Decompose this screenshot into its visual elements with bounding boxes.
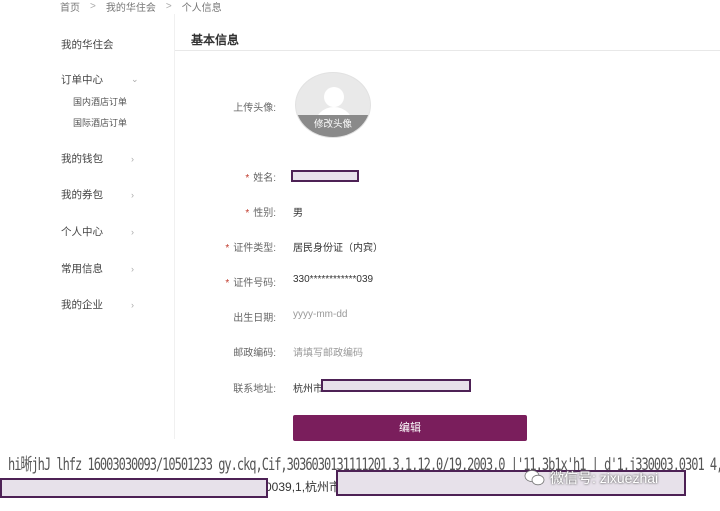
name-label: * 姓名: — [166, 169, 276, 184]
name-label-text: 姓名: — [253, 173, 276, 184]
sidebar-item-label: 我的券包 — [61, 189, 103, 201]
sidebar-item-my-company[interactable]: 我的企业 › — [61, 297, 134, 312]
breadcrumb-separator: > — [165, 0, 172, 12]
chevron-right-icon: › — [131, 226, 134, 237]
required-mark: * — [245, 208, 250, 219]
page-title: 基本信息 — [191, 33, 240, 47]
address-label: 联系地址: — [233, 384, 276, 395]
required-mark: * — [225, 243, 230, 254]
address-prefix: 杭州市 — [293, 384, 323, 395]
breadcrumb-separator: > — [90, 0, 96, 12]
chevron-right-icon: › — [131, 153, 134, 164]
chevron-right-icon: › — [131, 189, 134, 200]
divider — [174, 14, 175, 439]
sidebar-item-personal-center[interactable]: 个人中心 › — [61, 224, 134, 239]
id-number-value: 330************039 — [293, 274, 374, 285]
postal-code-input[interactable]: 请填写邮政编码 — [293, 344, 363, 359]
chevron-down-icon: ⌄ — [131, 74, 139, 84]
wechat-icon — [524, 470, 545, 486]
breadcrumb-home[interactable]: 首页 — [60, 0, 80, 14]
gender-value: 男 — [293, 208, 303, 219]
redacted-name — [291, 170, 359, 182]
id-type-label-text: 证件类型: — [233, 243, 276, 254]
required-mark: * — [245, 173, 250, 184]
redacted-address — [321, 379, 471, 392]
user-icon — [324, 87, 344, 107]
sidebar-item-label: 我的钱包 — [61, 153, 103, 165]
sidebar-subitem-international[interactable]: 国际酒店订单 — [73, 116, 127, 129]
sidebar-item-my-huazhu[interactable]: 我的华住会 — [61, 37, 114, 52]
birthday-input[interactable]: yyyy-mm-dd — [293, 309, 347, 320]
gender-label-text: 性别: — [253, 208, 276, 219]
breadcrumb-my[interactable]: 我的华住会 — [106, 0, 156, 14]
sidebar-item-common-info[interactable]: 常用信息 › — [61, 261, 134, 276]
gender-label: * 性别: — [166, 204, 276, 219]
breadcrumb-current: 个人信息 — [181, 2, 222, 14]
redacted-block-left — [0, 478, 268, 498]
sidebar-subitem-domestic[interactable]: 国内酒店订单 — [73, 95, 127, 108]
id-type-label: * 证件类型: — [166, 239, 276, 254]
edit-button[interactable]: 编辑 — [293, 415, 527, 441]
edit-avatar-label[interactable]: 修改头像 — [296, 115, 370, 137]
sidebar-item-coupons[interactable]: 我的券包 › — [61, 187, 134, 202]
sidebar-item-label: 个人中心 — [61, 226, 103, 238]
id-number-label-text: 证件号码: — [233, 278, 276, 289]
watermark-text: 微信号: zixuezhai — [550, 470, 659, 486]
sidebar-item-label: 常用信息 — [61, 263, 103, 275]
sidebar-item-label: 我的华住会 — [61, 39, 114, 51]
id-number-label: * 证件号码: — [166, 274, 276, 289]
id-type-value: 居民身份证（内宾） — [293, 243, 383, 254]
sidebar-item-label: 订单中心 — [61, 74, 103, 86]
postal-label: 邮政编码: — [233, 348, 276, 359]
chevron-right-icon: › — [131, 263, 134, 274]
divider — [175, 50, 720, 51]
sidebar-item-label: 我的企业 — [61, 299, 103, 311]
chevron-right-icon: › — [131, 299, 134, 310]
birthday-label: 出生日期: — [233, 313, 276, 324]
required-mark: * — [225, 278, 230, 289]
sidebar-item-wallet[interactable]: 我的钱包 › — [61, 151, 134, 166]
avatar-label: 上传头像: — [233, 103, 276, 114]
watermark: 微信号: zixuezhai — [524, 468, 658, 488]
breadcrumb: 首页 > 我的华住会 > 个人信息 — [60, 0, 222, 14]
sidebar-item-order-center[interactable]: 订单中心 ⌄ — [61, 72, 139, 87]
avatar-upload[interactable]: 修改头像 — [295, 72, 371, 138]
